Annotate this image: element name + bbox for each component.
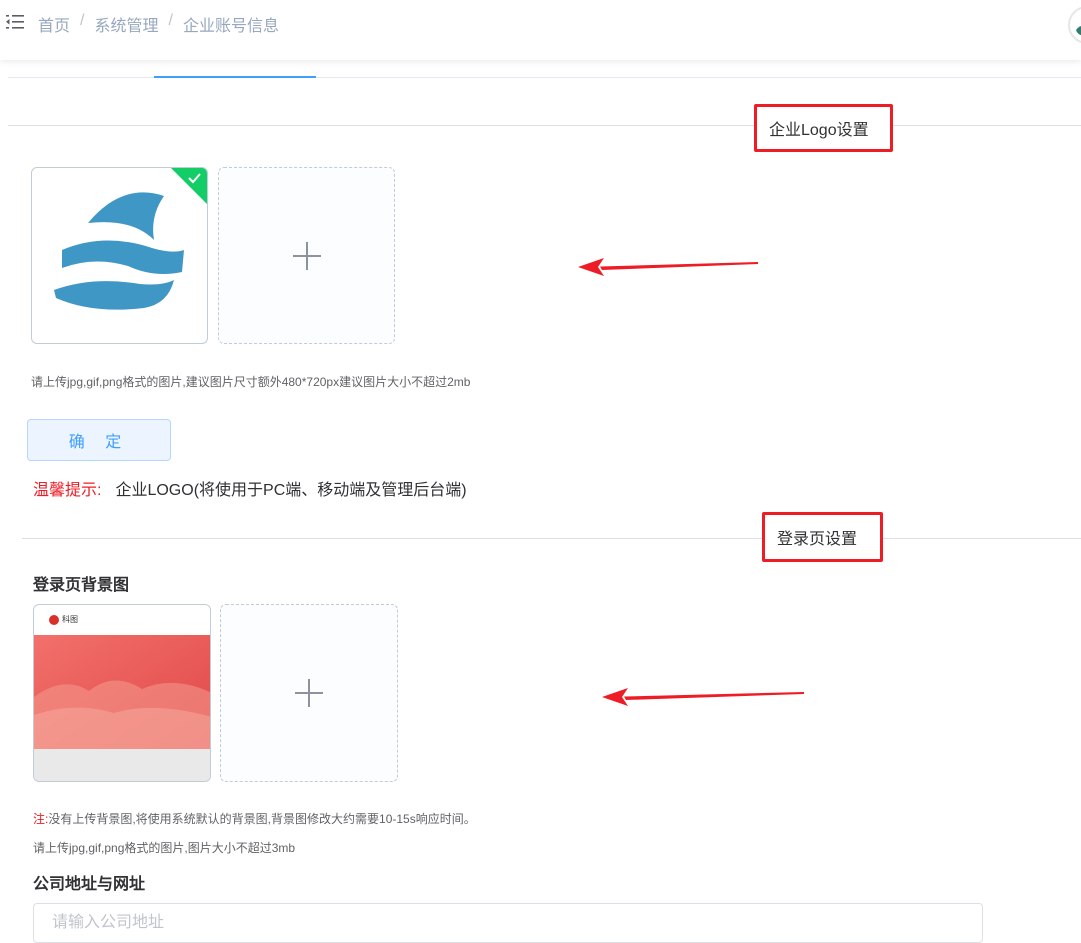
address-section-title: 公司地址与网址 [33,876,146,893]
logo-upload-hint: 请上传jpg,gif,png格式的图片,建议图片尺寸额外480*720px建议图… [31,375,471,389]
login-background-title: 登录页背景图 [33,577,130,594]
plus-icon [308,679,310,707]
top-navbar: 首页 / 系统管理 / 企业账号信息 [0,0,1081,60]
breadcrumb: 首页 / 系统管理 / 企业账号信息 [38,12,279,36]
logo-section-title: 企业Logo设置 [754,104,893,152]
login-background-note: 注:没有上传背景图,将使用系统默认的背景图,背景图修改大约需要10-15s响应时… [33,810,476,827]
login-background-upload-button[interactable] [220,604,398,782]
login-section-title: 登录页设置 [762,512,883,562]
tip-label: 温馨提示: [33,482,102,499]
tab-active-indicator [154,76,316,78]
red-arrow-left-icon [578,258,758,276]
breadcrumb-separator: / [80,12,85,29]
plus-icon [305,241,308,270]
breadcrumb-system[interactable]: 系统管理 [94,12,158,36]
tip-text: 企业LOGO(将使用于PC端、移动端及管理后台端) [115,482,467,499]
section-divider [8,125,1081,126]
red-arrow-left-icon [602,688,804,706]
breadcrumb-current: 企业账号信息 [182,18,279,35]
section-divider [22,538,1081,539]
user-avatar[interactable] [1068,6,1081,44]
menu-fold-icon[interactable] [6,14,24,30]
preview-brand-text: 科图 [62,615,78,624]
login-background-preview[interactable]: 科图 [33,604,211,782]
breadcrumb-home[interactable]: 首页 [38,12,70,36]
login-background-image [34,605,210,781]
logo-upload-button[interactable] [218,167,395,344]
company-address-input[interactable] [33,903,983,943]
logo-tip: 温馨提示: 企业LOGO(将使用于PC端、移动端及管理后台端) [33,476,467,500]
avatar-logo-icon [1076,26,1081,36]
login-background-hint: 请上传jpg,gif,png格式的图片,图片大小不超过3mb [33,841,296,855]
note-text: 没有上传背景图,将使用系统默认的背景图,背景图修改大约需要10-15s响应时间。 [48,812,476,826]
upload-success-badge [171,168,207,204]
preview-logo-icon [49,615,59,625]
logo-preview[interactable] [31,167,208,344]
confirm-button[interactable]: 确 定 [27,419,171,461]
breadcrumb-separator: / [168,12,173,29]
note-label: 注: [33,812,49,826]
